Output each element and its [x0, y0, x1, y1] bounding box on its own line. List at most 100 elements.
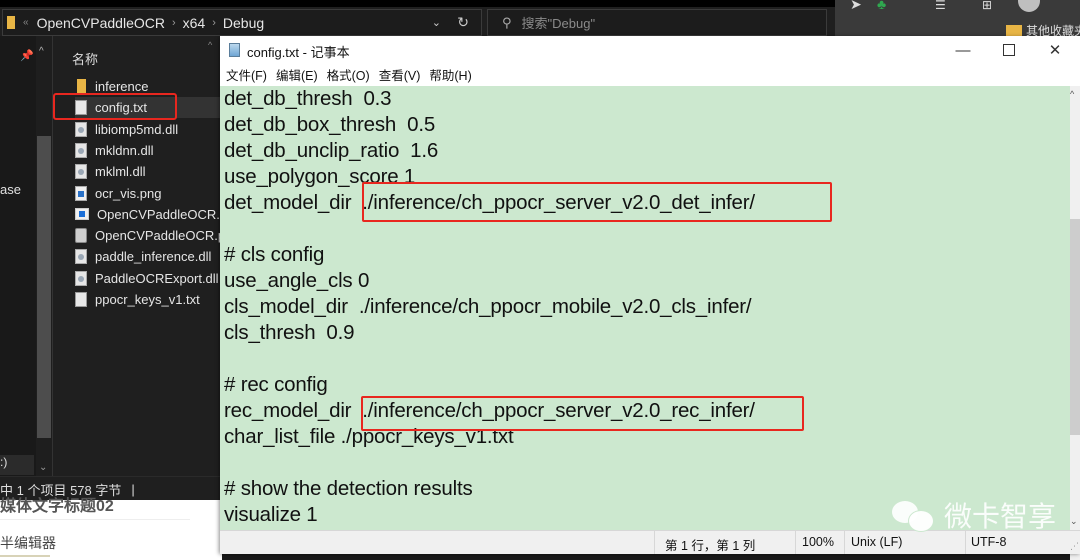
notepad-app-icon[interactable]	[229, 43, 240, 57]
editor-line: det_db_thresh 0.3	[224, 87, 392, 110]
editor-label[interactable]: 半编辑器	[0, 533, 56, 553]
nav-item-drive[interactable]: :)	[0, 455, 34, 475]
breadcrumb-item[interactable]: OpenCVPaddleOCR	[37, 15, 165, 31]
sort-ascending-icon: ^	[208, 40, 213, 50]
editor-line: use_angle_cls 0	[224, 269, 370, 292]
editor-line: # rec config	[224, 373, 328, 396]
refresh-icon[interactable]: ↻	[457, 14, 469, 31]
breadcrumb-separator-icon[interactable]: ›	[172, 17, 176, 29]
maximize-icon	[1003, 44, 1015, 56]
txt-file-icon	[75, 292, 87, 307]
editor-line: det_db_box_thresh 0.5	[224, 113, 436, 136]
collections-icon[interactable]: ⊞	[982, 0, 992, 12]
file-name: inference	[95, 79, 149, 94]
file-list-item[interactable]: ppocr_keys_v1.txt	[75, 289, 235, 310]
scroll-up-icon[interactable]: ^	[1070, 89, 1074, 99]
line-ending: Unix (LF)	[851, 535, 903, 549]
folder-icon	[7, 16, 15, 29]
notepad-window: config.txt - 记事本 — ✕ 文件(F) 编辑(E) 格式(O) 查…	[220, 36, 1080, 554]
file-list-item[interactable]: OpenCVPaddleOCR.exe	[75, 204, 235, 225]
file-list-item[interactable]: mklml.dll	[75, 161, 235, 182]
file-list-item[interactable]: PaddleOCRExport.dll	[75, 268, 235, 289]
window-title: config.txt - 记事本	[247, 45, 350, 60]
exe-file-icon	[75, 208, 89, 221]
menu-view[interactable]: 查看(V)	[378, 65, 422, 84]
pin-icon[interactable]: 📌	[20, 49, 34, 62]
minimize-icon: —	[955, 41, 971, 59]
breadcrumb-separator-icon[interactable]: ›	[212, 17, 216, 29]
zoom-level: 100%	[802, 535, 834, 549]
dll-file-icon	[75, 249, 87, 265]
dll-file-icon	[75, 270, 87, 286]
file-name: OpenCVPaddleOCR.pdb	[95, 228, 235, 244]
divider	[0, 519, 190, 520]
file-name: ocr_vis.png	[95, 185, 162, 201]
scrollbar-thumb[interactable]	[37, 136, 51, 438]
status-divider	[795, 531, 796, 554]
background-article: 媒体文字标题02 半编辑器	[0, 498, 222, 560]
file-name: PaddleOCRExport.dll	[95, 270, 219, 286]
address-bar[interactable]: « OpenCVPaddleOCR › x64 › Debug ⌄ ↻	[2, 9, 482, 36]
editor-line: det_db_unclip_ratio 1.6	[224, 139, 439, 162]
file-name: OpenCVPaddleOCR.exe	[97, 206, 235, 222]
file-list-item[interactable]: ocr_vis.png	[75, 183, 235, 204]
editor-line: visualize 1	[224, 503, 318, 526]
extension-icon[interactable]: ➤	[850, 0, 862, 13]
editor-vertical-scrollbar[interactable]: ^ ⌄	[1070, 86, 1080, 530]
minimize-button[interactable]: —	[940, 36, 986, 64]
navigation-scrollbar[interactable]: ^ ⌄	[36, 36, 52, 476]
editor-line: # show the detection results	[224, 477, 473, 500]
scroll-up-icon[interactable]: ^	[39, 46, 44, 57]
close-icon: ✕	[1048, 42, 1062, 59]
file-name: mkldnn.dll	[95, 142, 154, 158]
file-name: mklml.dll	[95, 164, 146, 180]
folder-file-icon	[77, 79, 86, 94]
scroll-down-icon[interactable]: ⌄	[39, 462, 47, 473]
column-header-name[interactable]: 名称	[72, 49, 98, 68]
menu-format[interactable]: 格式(O)	[326, 65, 371, 84]
scroll-down-icon[interactable]: ⌄	[1070, 516, 1078, 527]
breadcrumb-item[interactable]: x64	[183, 15, 206, 31]
annotation-highlight-box	[53, 93, 177, 120]
notepad-titlebar[interactable]: config.txt - 记事本 — ✕	[220, 36, 1080, 64]
search-icon: ⚲	[502, 14, 512, 30]
overflow-chevron-icon[interactable]: «	[23, 17, 29, 28]
wechat-logo-icon	[892, 499, 938, 532]
editor-line: cls_model_dir ./inference/ch_ppocr_mobil…	[224, 295, 752, 318]
reading-list-icon[interactable]: ☰	[935, 0, 946, 12]
menu-edit[interactable]: 编辑(E)	[275, 65, 319, 84]
file-list-item[interactable]: mkldnn.dll	[75, 140, 235, 161]
resize-grip-icon[interactable]: ⋰	[1070, 541, 1079, 552]
search-input[interactable]: ⚲ 搜索"Debug"	[487, 9, 827, 36]
evernote-extension-icon[interactable]: ♣	[877, 0, 886, 12]
dll-file-icon	[75, 142, 87, 158]
navigation-pane: 📌 ase :) \	[0, 36, 36, 498]
file-list-item[interactable]: paddle_inference.dll	[75, 246, 235, 267]
file-list-item[interactable]: OpenCVPaddleOCR.pdb	[75, 225, 235, 246]
explorer-top-strip	[0, 0, 835, 7]
watermark: 微卡智享	[892, 495, 1056, 535]
maximize-button[interactable]	[986, 36, 1032, 64]
menu-bar: 文件(F) 编辑(E) 格式(O) 查看(V) 帮助(H)	[220, 64, 1080, 85]
status-divider	[654, 531, 655, 554]
file-name: libiomp5md.dll	[95, 121, 179, 137]
status-separator: |	[131, 481, 135, 497]
text-editor-area[interactable]: visualize 1 # show the detection results c…	[220, 86, 1070, 530]
underline	[0, 555, 50, 557]
nav-item[interactable]: ase	[0, 182, 21, 197]
breadcrumb-item[interactable]: Debug	[223, 15, 264, 31]
address-dropdown-icon[interactable]: ⌄	[432, 16, 441, 29]
scrollbar-thumb[interactable]	[1070, 219, 1080, 435]
file-list-item[interactable]: libiomp5md.dll	[75, 119, 235, 140]
menu-help[interactable]: 帮助(H)	[428, 65, 472, 84]
encoding: UTF-8	[971, 535, 1007, 549]
png-file-icon	[75, 185, 87, 201]
search-placeholder: 搜索"Debug"	[521, 16, 596, 31]
folder-icon	[1006, 25, 1022, 36]
editor-line: # cls config	[224, 243, 325, 266]
menu-file[interactable]: 文件(F)	[225, 65, 268, 84]
pdb-file-icon	[75, 228, 87, 244]
close-button[interactable]: ✕	[1032, 36, 1078, 64]
status-divider	[844, 531, 845, 554]
editor-line: cls_thresh 0.9	[224, 321, 355, 344]
